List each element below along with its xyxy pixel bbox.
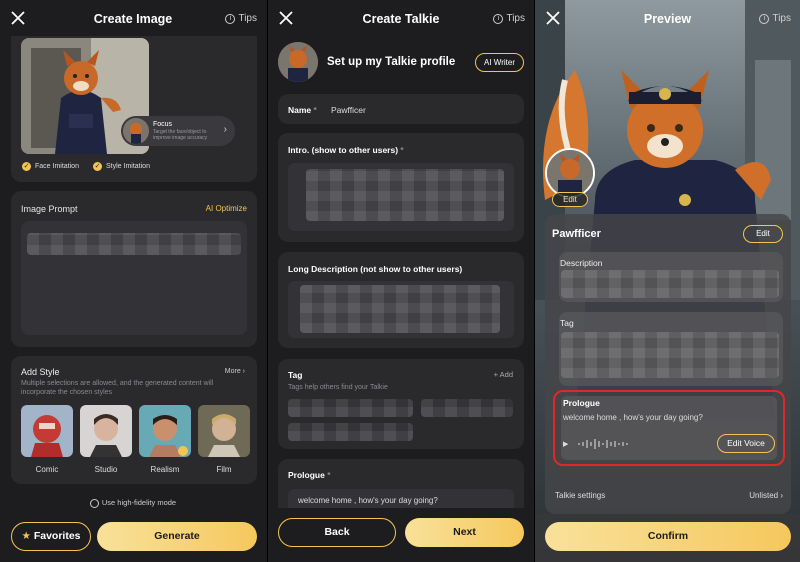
- style-thumb-comic[interactable]: [21, 405, 73, 457]
- name-value: Pawfficer: [331, 105, 366, 115]
- plus-icon: +: [493, 370, 498, 379]
- blurred-tags: [561, 332, 779, 378]
- image-prompt-label: Image Prompt: [21, 204, 78, 214]
- style-imitation-toggle[interactable]: ✓ Style Imitation: [93, 162, 150, 171]
- image-prompt-card: Image Prompt AI Optimize: [11, 191, 257, 347]
- create-talkie-topbar: Create Talkie i Tips: [268, 0, 534, 38]
- ai-optimize-button[interactable]: AI Optimize: [206, 204, 247, 213]
- chevron-right-icon: ›: [780, 491, 783, 500]
- long-description-field[interactable]: Long Description (not show to other user…: [278, 252, 524, 348]
- intro-field[interactable]: Intro. (show to other users) *: [278, 133, 524, 242]
- focus-button[interactable]: Focus Target the face/object to improve …: [121, 116, 235, 146]
- tag-chip[interactable]: [288, 399, 413, 417]
- intro-input[interactable]: [288, 163, 514, 231]
- check-icon: ✓: [22, 162, 31, 171]
- prologue-section: Prologue welcome home , how's your day g…: [561, 396, 777, 460]
- chevron-right-icon: ›: [223, 124, 227, 135]
- avatar-edit-button[interactable]: Edit: [552, 192, 588, 207]
- create-talkie-panel: Create Talkie i Tips Set up my Talkie pro…: [267, 0, 534, 562]
- tips-button[interactable]: i Tips: [493, 13, 525, 24]
- reference-image-card: Focus Target the face/object to improve …: [11, 36, 257, 182]
- preview-sheet: Pawfficer Edit Description Tag Prologue …: [545, 214, 791, 514]
- talkie-name: Pawfficer: [552, 228, 601, 240]
- generate-button[interactable]: Generate: [97, 522, 257, 551]
- more-styles-link[interactable]: More ›: [225, 368, 245, 375]
- tag-chip[interactable]: [288, 423, 413, 441]
- info-icon: i: [493, 13, 504, 24]
- visibility-selector[interactable]: Unlisted ›: [749, 491, 783, 500]
- style-thumb-studio[interactable]: [80, 405, 132, 457]
- image-prompt-input[interactable]: [21, 221, 247, 335]
- preview-topbar: Preview i Tips: [535, 0, 800, 38]
- prologue-label: Prologue *: [288, 470, 331, 480]
- add-tag-button[interactable]: + Add: [494, 370, 513, 379]
- play-icon[interactable]: ▶: [563, 440, 568, 448]
- intro-label: Intro. (show to other users) *: [288, 145, 404, 155]
- check-icon: ✓: [93, 162, 102, 171]
- preview-panel: Preview i Tips Edit Pawfficer Edit Descri…: [534, 0, 800, 562]
- description-section: Description: [559, 252, 783, 302]
- create-image-topbar: Create Image i Tips: [0, 0, 266, 38]
- clock-icon: [89, 498, 99, 508]
- focus-description: Target the face/object to improve image …: [153, 129, 208, 141]
- confirm-button[interactable]: Confirm: [545, 522, 791, 551]
- tips-button[interactable]: i Tips: [759, 13, 791, 24]
- edit-voice-button[interactable]: Edit Voice: [717, 434, 775, 453]
- focus-thumbnail: [123, 118, 149, 144]
- description-label: Description: [560, 258, 603, 268]
- style-thumb-realism[interactable]: [139, 405, 191, 457]
- style-label-film: Film: [216, 465, 232, 474]
- blurred-intro-text: [306, 169, 504, 221]
- prologue-label: Prologue: [563, 398, 600, 408]
- voice-waveform: [578, 439, 628, 449]
- info-icon: i: [225, 13, 236, 24]
- add-style-label: Add Style: [21, 367, 60, 377]
- tag-field: Tag + Add Tags help others find your Tal…: [278, 359, 524, 449]
- tag-label: Tag: [560, 318, 574, 328]
- tag-section: Tag: [559, 312, 783, 386]
- add-style-description: Multiple selections are allowed, and the…: [21, 380, 214, 396]
- star-icon: ★: [21, 530, 31, 542]
- focus-title: Focus: [153, 121, 173, 128]
- talkie-avatar[interactable]: [278, 42, 318, 82]
- tag-chip[interactable]: [421, 399, 513, 417]
- long-description-label: Long Description (not show to other user…: [288, 264, 463, 274]
- tag-label: Tag: [288, 370, 303, 380]
- favorites-button[interactable]: ★ Favorites: [11, 522, 91, 551]
- style-thumb-film[interactable]: [198, 405, 250, 457]
- style-label-comic: Comic: [35, 465, 59, 474]
- info-icon: i: [759, 13, 770, 24]
- long-description-input[interactable]: [288, 281, 514, 338]
- blurred-long-description: [300, 285, 500, 333]
- profile-heading: Set up my Talkie profile: [327, 56, 456, 68]
- blurred-prompt-text: [27, 233, 241, 255]
- back-button[interactable]: Back: [278, 518, 396, 547]
- create-image-panel: Create Image i Tips Focus Target the fac…: [0, 0, 266, 562]
- style-label-studio: Studio: [94, 465, 118, 474]
- blurred-description: [561, 270, 779, 298]
- face-imitation-toggle[interactable]: ✓ Face Imitation: [22, 162, 79, 171]
- ai-writer-button[interactable]: AI Writer: [475, 53, 524, 72]
- next-button[interactable]: Next: [405, 518, 524, 547]
- tag-description: Tags help others find your Talkie: [288, 384, 388, 391]
- prologue-text: welcome home , how's your day going?: [563, 413, 703, 422]
- tips-button[interactable]: i Tips: [225, 13, 257, 24]
- style-label-realism: Realism: [150, 465, 180, 474]
- name-label: Name *: [288, 105, 317, 115]
- name-edit-button[interactable]: Edit: [743, 225, 783, 243]
- prologue-text: welcome home , how's your day going?: [298, 496, 438, 505]
- talkie-settings-label: Talkie settings: [555, 491, 606, 500]
- prologue-highlight: Prologue welcome home , how's your day g…: [553, 390, 785, 466]
- name-field[interactable]: Name * Pawfficer: [278, 94, 524, 124]
- preview-avatar[interactable]: [545, 148, 595, 198]
- high-fidelity-toggle[interactable]: Use high-fidelity mode: [0, 498, 266, 508]
